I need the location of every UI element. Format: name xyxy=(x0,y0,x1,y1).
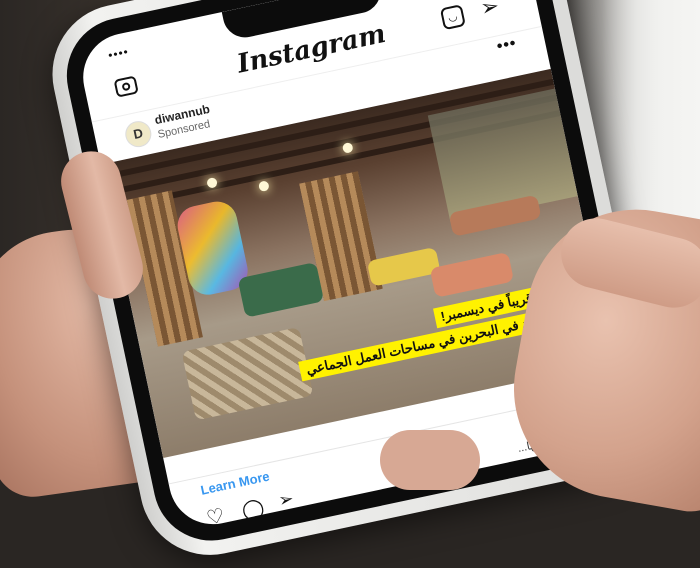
pendant-light xyxy=(257,180,270,193)
avatar[interactable]: D xyxy=(122,118,154,150)
more-options-icon[interactable]: ••• xyxy=(495,35,518,57)
signal-indicator: •••• xyxy=(106,44,131,63)
green-sofa xyxy=(237,262,325,318)
direct-message-icon[interactable]: ➢ xyxy=(478,0,501,22)
right-thumb xyxy=(380,430,480,490)
camera-icon[interactable] xyxy=(113,75,139,98)
floor-cushion xyxy=(366,246,441,287)
patterned-pouf xyxy=(181,326,314,421)
share-icon[interactable]: ➢ xyxy=(277,488,296,512)
floor-cushion xyxy=(429,251,515,298)
igtv-icon[interactable]: ◡ xyxy=(439,4,466,31)
